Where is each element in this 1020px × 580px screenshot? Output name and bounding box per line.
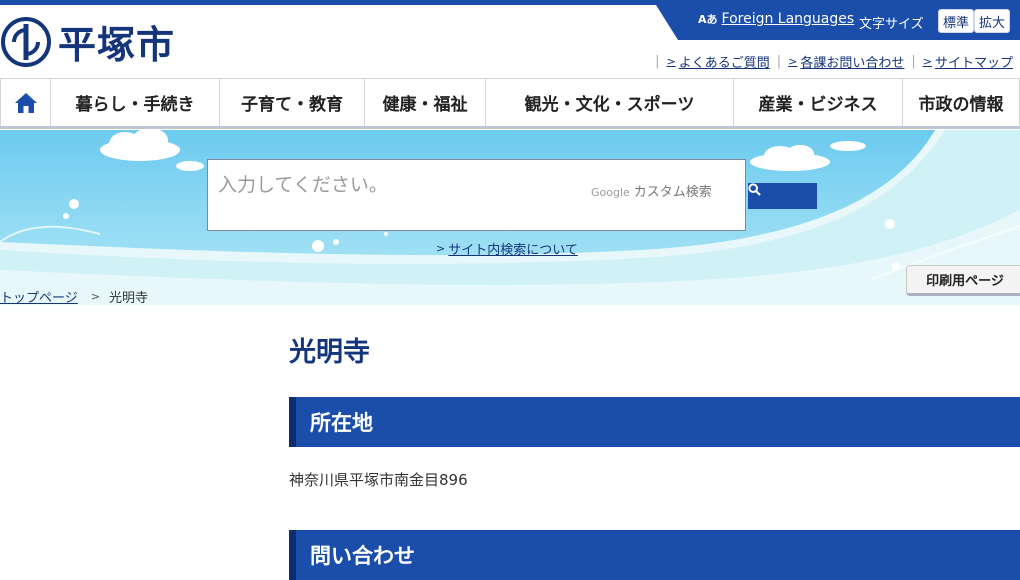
- search-help-link[interactable]: > サイト内検索について: [436, 239, 578, 258]
- nav-item-city-info[interactable]: 市政の情報: [903, 79, 1020, 126]
- address-text: 神奈川県平塚市南金目896: [289, 471, 468, 489]
- chevron-right-icon: >: [788, 55, 798, 68]
- foreign-languages-label: Foreign Languages: [721, 11, 855, 27]
- logo-text: 平塚市: [58, 22, 176, 67]
- chevron-right-icon: >: [90, 290, 100, 303]
- location-heading: 所在地: [289, 397, 1020, 447]
- global-nav: 暮らし・手続き 子育て・教育 健康・福祉 観光・文化・スポーツ 産業・ビジネス …: [0, 78, 1020, 129]
- header-top-bar: [0, 0, 1020, 5]
- faq-link[interactable]: > よくあるご質問: [667, 52, 770, 71]
- search-hero: Googleカスタム検索 > サイト内検索について: [0, 130, 1020, 305]
- department-contact-link[interactable]: > 各課お問い合わせ: [788, 52, 904, 71]
- search-icon: [748, 183, 761, 196]
- print-page-button[interactable]: 印刷用ページ: [906, 265, 1020, 296]
- chevron-right-icon: >: [436, 242, 446, 255]
- search-box: Googleカスタム検索: [207, 159, 746, 231]
- nav-item-business[interactable]: 産業・ビジネス: [734, 79, 903, 126]
- chevron-right-icon: >: [666, 55, 676, 68]
- home-icon: [14, 92, 37, 113]
- page-title: 光明寺: [289, 337, 370, 368]
- nav-item-health[interactable]: 健康・福祉: [365, 79, 486, 126]
- city-emblem-icon: [1, 16, 51, 67]
- nav-item-living[interactable]: 暮らし・手続き: [51, 79, 220, 126]
- sitemap-link[interactable]: > サイトマップ: [923, 52, 1013, 71]
- custom-search-label: Google カスタム検索: [591, 185, 712, 200]
- nav-item-childcare[interactable]: 子育て・教育: [220, 79, 365, 126]
- breadcrumb: トップページ > 光明寺: [0, 287, 148, 306]
- font-size-large-button[interactable]: 拡大: [974, 9, 1010, 33]
- nav-home-button[interactable]: [0, 79, 51, 126]
- chevron-right-icon: >: [922, 55, 932, 68]
- nav-item-tourism[interactable]: 観光・文化・スポーツ: [486, 79, 734, 126]
- search-input[interactable]: [218, 174, 578, 196]
- header-sub-links: | > よくあるご質問 | > 各課お問い合わせ | > サイトマップ: [655, 52, 1013, 71]
- breadcrumb-home-link[interactable]: トップページ: [0, 287, 78, 306]
- font-size-label: 文字サイズ: [859, 17, 924, 32]
- site-logo[interactable]: 平塚市: [0, 14, 175, 69]
- contact-heading: 問い合わせ: [289, 530, 1020, 580]
- foreign-languages-link[interactable]: Aあ Foreign Languages: [698, 11, 854, 27]
- search-button[interactable]: [748, 183, 817, 209]
- breadcrumb-current: 光明寺: [108, 291, 148, 306]
- language-icon: Aあ: [698, 13, 718, 26]
- font-size-standard-button[interactable]: 標準: [938, 9, 974, 33]
